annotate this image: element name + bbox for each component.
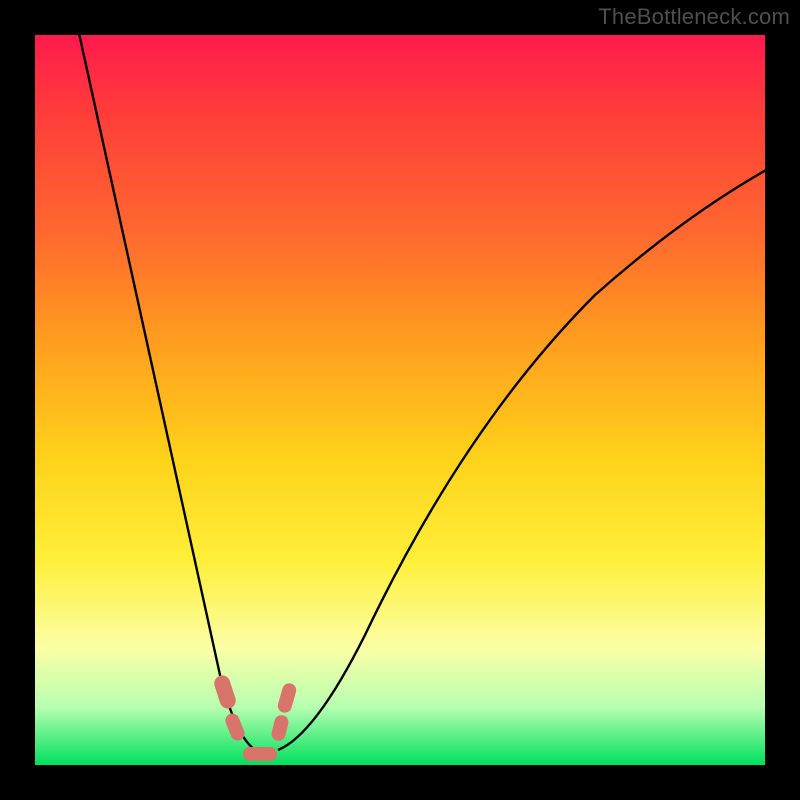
chart-frame: TheBottleneck.com (0, 0, 800, 800)
plot-area (35, 35, 765, 765)
marker-right-lower (270, 714, 290, 743)
watermark-text: TheBottleneck.com (598, 4, 790, 30)
marker-left-upper (212, 673, 238, 710)
marker-bottom (243, 747, 277, 761)
curve-left (75, 35, 255, 750)
curve-right (278, 165, 765, 750)
marker-right-upper (276, 682, 298, 715)
bottleneck-curve (35, 35, 765, 765)
